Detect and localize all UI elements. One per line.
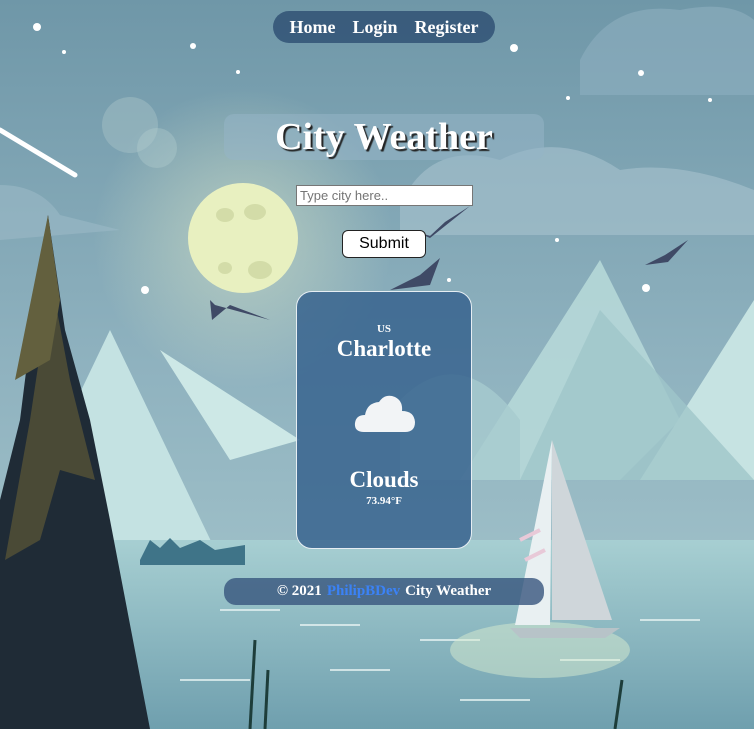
top-nav: Home Login Register	[273, 11, 495, 43]
nav-register-link[interactable]: Register	[415, 17, 479, 38]
nav-login-link[interactable]: Login	[352, 17, 397, 38]
weather-condition: Clouds	[349, 467, 419, 492]
temperature: 73.94°F	[366, 495, 402, 507]
footer-suffix: City Weather	[405, 583, 492, 599]
weather-card: US Charlotte Clouds 73.94°F	[296, 291, 472, 549]
country-code: US	[376, 323, 392, 335]
submit-button[interactable]: Submit	[342, 230, 426, 258]
footer-copyright: © 2021	[276, 583, 322, 599]
page-title: City Weather	[275, 116, 493, 158]
city-search-input[interactable]	[296, 185, 473, 206]
cloud-icon	[354, 395, 415, 432]
title-banner: City Weather	[224, 114, 544, 160]
city-name: Charlotte	[336, 336, 432, 361]
nav-home-link[interactable]: Home	[290, 17, 336, 38]
footer-author-link[interactable]: PhilipBDev	[327, 583, 400, 600]
footer: © 2021 PhilipBDev City Weather	[224, 578, 544, 605]
